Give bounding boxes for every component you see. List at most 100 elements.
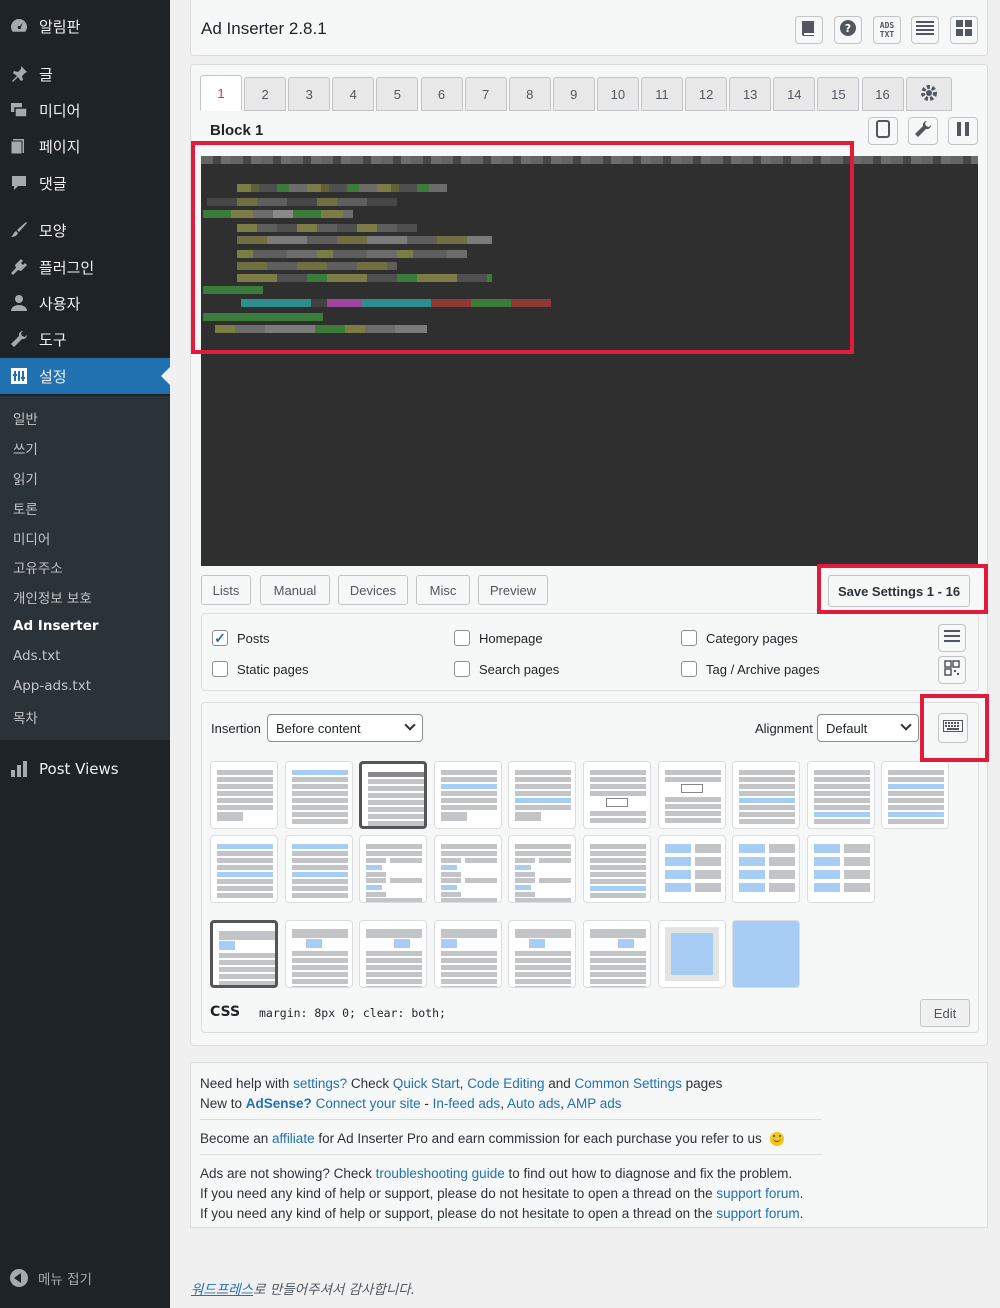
sidebar-item-post-views[interactable]: Post Views <box>0 751 170 787</box>
tab-block-12[interactable]: 12 <box>685 77 728 111</box>
tab-block-7[interactable]: 7 <box>464 77 507 111</box>
submenu-item-privacy[interactable]: 개인정보 보호 <box>13 587 92 607</box>
alignment-option[interactable] <box>881 761 950 829</box>
tab-block-5[interactable]: 5 <box>376 77 419 111</box>
alignment-option[interactable] <box>583 761 651 829</box>
alignment-option[interactable] <box>359 835 428 903</box>
insertion-select[interactable]: Before content <box>267 714 423 742</box>
affiliate-link[interactable]: affiliate <box>272 1131 315 1146</box>
adsense-link[interactable]: AdSense? <box>246 1096 312 1111</box>
sidebar-item-posts[interactable]: 글 <box>0 56 170 92</box>
devices-button[interactable]: Devices <box>338 575 408 605</box>
posts-checkbox[interactable]: ✓ Posts <box>212 630 270 646</box>
lists-button[interactable]: Lists <box>201 575 251 605</box>
submenu-item-media[interactable]: 미디어 <box>13 528 50 548</box>
alignment-option[interactable] <box>583 835 651 903</box>
tab-block-3[interactable]: 3 <box>288 77 331 111</box>
sidebar-item-users[interactable]: 사용자 <box>0 285 170 321</box>
tag-archive-pages-checkbox[interactable]: Tag / Archive pages <box>681 661 819 677</box>
device-toggle-button[interactable] <box>868 117 898 145</box>
homepage-checkbox[interactable]: Homepage <box>454 630 543 646</box>
tab-block-15[interactable]: 15 <box>817 77 860 111</box>
search-pages-checkbox[interactable]: Search pages <box>454 661 559 677</box>
submenu-item-permalinks[interactable]: 고유주소 <box>13 557 63 577</box>
alignment-select[interactable]: Default <box>817 714 919 742</box>
preview-button[interactable]: Preview <box>478 575 548 605</box>
tab-block-10[interactable]: 10 <box>596 77 639 111</box>
alignment-option[interactable] <box>732 835 801 903</box>
tab-block-2[interactable]: 2 <box>244 77 287 111</box>
alignment-option[interactable] <box>433 761 502 829</box>
alignment-option[interactable] <box>583 920 651 988</box>
grid-view-button[interactable] <box>950 16 978 44</box>
ads-txt-button[interactable]: ADS TXT <box>873 16 901 44</box>
tab-block-4[interactable]: 4 <box>332 77 375 111</box>
connect-site-link[interactable]: Connect your site <box>316 1096 421 1111</box>
troubleshooting-link[interactable]: troubleshooting guide <box>376 1166 505 1181</box>
alignment-option[interactable] <box>359 920 428 988</box>
alignment-option[interactable] <box>210 920 278 988</box>
submenu-item-toc[interactable]: 목차 <box>13 707 38 727</box>
alignment-option[interactable] <box>806 761 875 829</box>
alignment-option[interactable] <box>806 835 875 903</box>
support-forum-link[interactable]: support forum <box>716 1186 799 1201</box>
submenu-item-writing[interactable]: 쓰기 <box>13 438 38 458</box>
alignment-option[interactable] <box>732 920 801 988</box>
amp-ads-link[interactable]: AMP ads <box>567 1096 622 1111</box>
pause-button[interactable] <box>948 117 978 145</box>
tab-block-14[interactable]: 14 <box>773 77 816 111</box>
quick-start-link[interactable]: Quick Start <box>393 1076 460 1091</box>
alignment-option[interactable] <box>433 920 502 988</box>
tab-settings[interactable] <box>905 77 952 111</box>
help-button[interactable]: ? <box>834 16 862 44</box>
tab-block-1[interactable]: 1 <box>200 75 242 111</box>
common-settings-link[interactable]: Common Settings <box>575 1076 682 1091</box>
alignment-option[interactable] <box>210 761 278 829</box>
alignment-option[interactable] <box>284 920 353 988</box>
code-editing-link[interactable]: Code Editing <box>467 1076 544 1091</box>
wordpress-link[interactable]: 워드프레스 <box>191 1282 253 1298</box>
sidebar-item-dashboard[interactable]: 알림판 <box>0 8 170 44</box>
lists-toggle-button[interactable] <box>938 624 966 652</box>
alignment-option[interactable] <box>508 920 577 988</box>
tab-block-11[interactable]: 11 <box>641 77 683 111</box>
alignment-option[interactable] <box>359 761 428 829</box>
submenu-item-discussion[interactable]: 토론 <box>13 498 38 518</box>
alignment-option[interactable] <box>284 835 353 903</box>
tab-block-6[interactable]: 6 <box>420 77 463 111</box>
auto-ads-link[interactable]: Auto ads <box>507 1096 560 1111</box>
list-view-button[interactable] <box>911 16 939 44</box>
tab-block-9[interactable]: 9 <box>552 77 595 111</box>
alignment-option[interactable] <box>210 835 278 903</box>
sidebar-item-plugins[interactable]: 플러그인 <box>0 249 170 285</box>
sidebar-item-comments[interactable]: 댓글 <box>0 165 170 201</box>
alignment-option[interactable] <box>657 835 726 903</box>
sidebar-item-settings[interactable]: 설정 <box>0 358 170 394</box>
submenu-item-reading[interactable]: 읽기 <box>13 468 38 488</box>
alignment-option[interactable] <box>732 761 801 829</box>
collapse-menu-button[interactable]: 메뉴 접기 <box>10 1268 92 1288</box>
alignment-option[interactable] <box>657 920 726 988</box>
alignment-option[interactable] <box>657 761 726 829</box>
submenu-item-ads-txt[interactable]: Ads.txt <box>13 648 60 664</box>
submenu-item-app-ads-txt[interactable]: App-ads.txt <box>13 678 91 694</box>
docs-button[interactable] <box>795 16 823 44</box>
qr-code-button[interactable] <box>938 656 966 684</box>
settings-link[interactable]: settings? <box>293 1076 347 1091</box>
sidebar-item-pages[interactable]: 페이지 <box>0 128 170 164</box>
alignment-option[interactable] <box>284 761 353 829</box>
sidebar-item-tools[interactable]: 도구 <box>0 321 170 357</box>
support-forum-link[interactable]: support forum <box>716 1206 799 1221</box>
misc-button[interactable]: Misc <box>416 575 470 605</box>
manual-button[interactable]: Manual <box>260 575 330 605</box>
sidebar-item-media[interactable]: 미디어 <box>0 92 170 128</box>
tab-block-8[interactable]: 8 <box>508 77 551 111</box>
in-feed-ads-link[interactable]: In-feed ads <box>433 1096 501 1111</box>
sidebar-item-appearance[interactable]: 모양 <box>0 212 170 248</box>
tools-button[interactable] <box>908 117 938 145</box>
submenu-item-general[interactable]: 일반 <box>13 408 38 428</box>
alignment-option[interactable] <box>508 835 577 903</box>
category-pages-checkbox[interactable]: Category pages <box>681 630 798 646</box>
static-pages-checkbox[interactable]: Static pages <box>212 661 309 677</box>
tab-block-13[interactable]: 13 <box>729 77 772 111</box>
